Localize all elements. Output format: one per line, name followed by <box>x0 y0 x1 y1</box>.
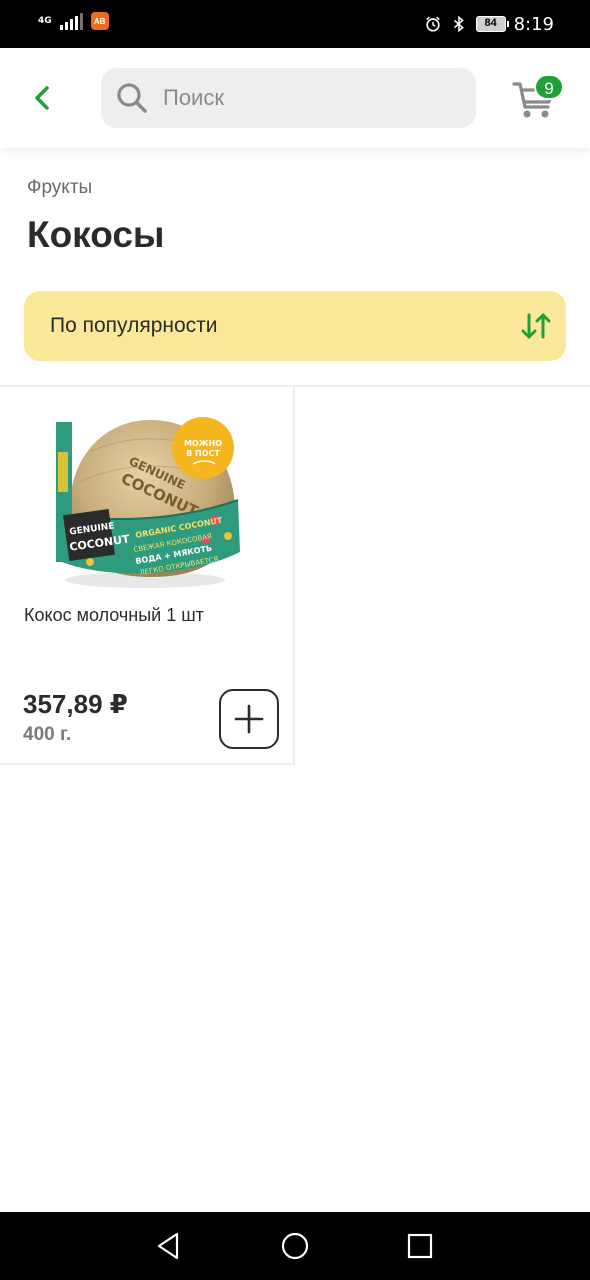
signal-icon <box>59 12 83 30</box>
status-time: 8:19 <box>513 13 554 35</box>
back-button[interactable] <box>24 80 60 116</box>
network-type: 4G <box>38 15 52 26</box>
sort-label: По популярности <box>50 314 218 337</box>
bluetooth-icon <box>453 15 464 33</box>
product-card[interactable]: GENUINE COCONUT GENUINE COCONUT ORGANIC … <box>0 387 295 765</box>
nav-back-icon[interactable] <box>153 1230 185 1262</box>
status-left: 4G AB <box>38 12 109 30</box>
breadcrumb[interactable]: Фрукты <box>27 177 92 199</box>
app-header: 9 <box>0 48 590 148</box>
alarm-icon <box>425 16 440 32</box>
system-nav-bar <box>0 1212 590 1280</box>
badge-line1: МОЖНО <box>184 439 222 448</box>
nav-recents-icon[interactable] <box>404 1230 436 1262</box>
search-input[interactable] <box>163 85 453 111</box>
sort-button[interactable]: По популярности <box>24 291 566 361</box>
badge-line2: В ПОСТ <box>186 449 220 458</box>
product-price: 357,89 ₽ <box>23 689 128 719</box>
app-notification-icon: AB <box>90 12 109 30</box>
search-icon <box>117 83 147 113</box>
status-bar: 4G AB 84 8:19 <box>0 0 590 48</box>
battery-icon: 84 <box>475 16 509 32</box>
back-arrow-icon <box>35 86 49 110</box>
search-bar[interactable] <box>101 68 476 128</box>
status-right: 84 8:19 <box>424 12 554 36</box>
cart-count-badge: 9 <box>534 74 564 100</box>
product-name[interactable]: Кокос молочный 1 шт <box>24 605 204 626</box>
page-title: Кокосы <box>27 214 165 255</box>
product-image[interactable]: GENUINE COCONUT GENUINE COCONUT ORGANIC … <box>50 412 245 592</box>
add-to-cart-button[interactable] <box>219 689 279 749</box>
sort-arrows-icon <box>521 313 551 339</box>
product-weight: 400 г. <box>23 724 72 745</box>
cart-button[interactable]: 9 <box>510 74 566 124</box>
plus-icon <box>234 704 264 734</box>
nav-home-icon[interactable] <box>279 1230 311 1262</box>
